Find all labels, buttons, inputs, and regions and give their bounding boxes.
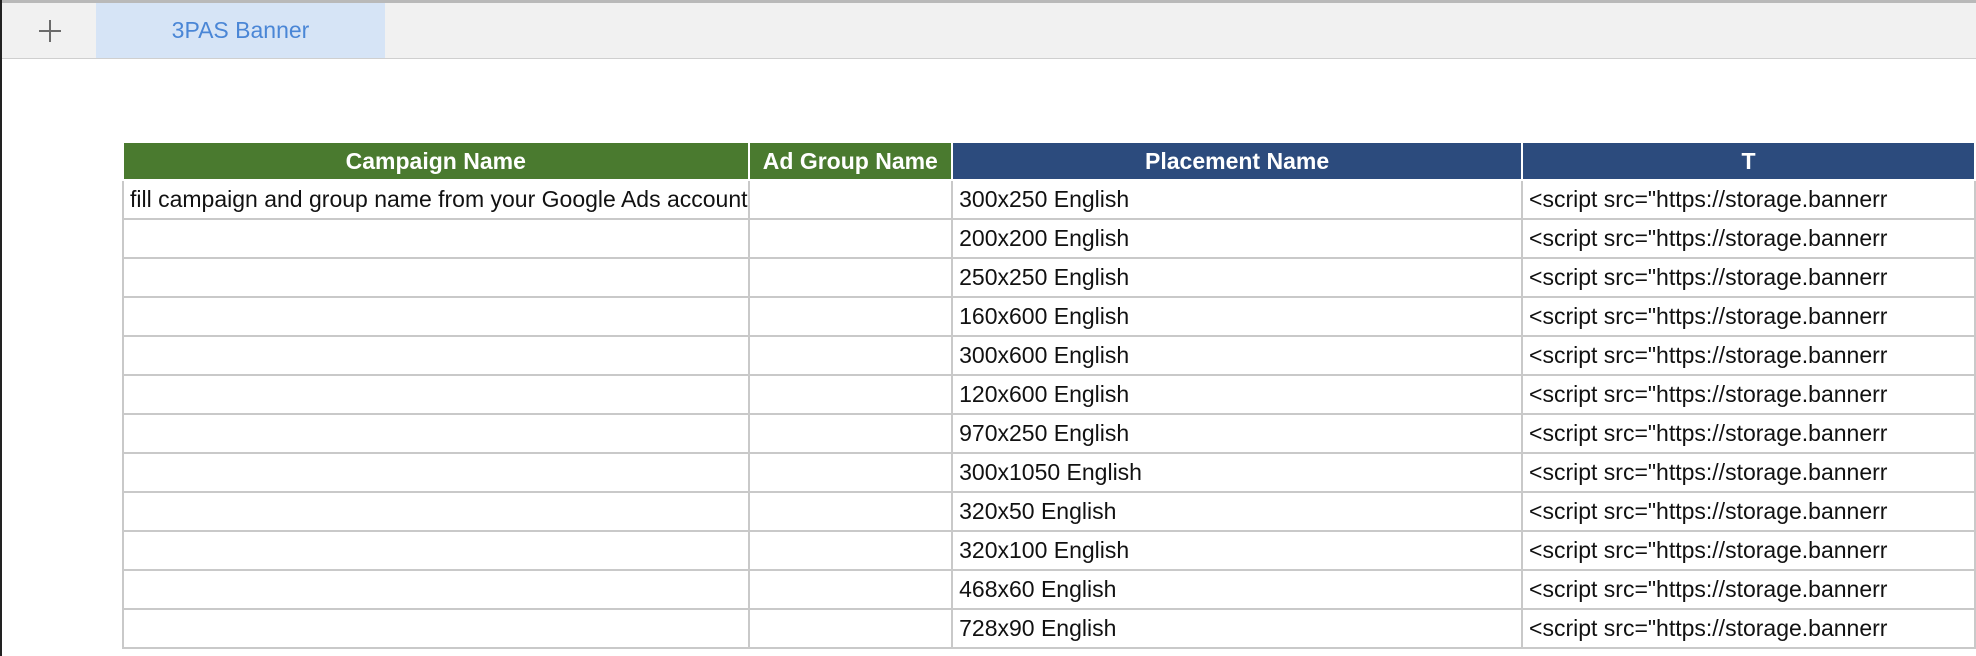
cell-ad-group-name[interactable] (747, 491, 954, 532)
cell-ad-group-name[interactable] (747, 179, 954, 220)
cell-tag[interactable]: <script src="https://storage.bannerr (1521, 257, 1976, 298)
cell-tag[interactable]: <script src="https://storage.bannerr (1521, 218, 1976, 259)
cell-placement-name[interactable]: 120x600 English (951, 374, 1524, 415)
cell-ad-group-name[interactable] (747, 413, 954, 454)
cell-campaign-name[interactable] (122, 608, 750, 649)
sheet-tab-bar: 3PAS Banner (2, 3, 1976, 59)
cell-ad-group-name[interactable] (747, 218, 954, 259)
cell-tag[interactable]: <script src="https://storage.bannerr (1521, 374, 1976, 415)
table-body: fill campaign and group name from your G… (122, 179, 1976, 649)
data-table: Campaign Name Ad Group Name Placement Na… (122, 141, 1976, 649)
table-row: 320x100 English <script src="https://stor… (122, 530, 1976, 571)
cell-tag[interactable]: <script src="https://storage.bannerr (1521, 608, 1976, 649)
cell-tag[interactable]: <script src="https://storage.bannerr (1521, 569, 1976, 610)
cell-placement-name[interactable]: 160x600 English (951, 296, 1524, 337)
cell-tag[interactable]: <script src="https://storage.bannerr (1521, 530, 1976, 571)
table-row: 300x1050 English <script src="https://sto… (122, 452, 1976, 493)
tab-3pas-banner[interactable]: 3PAS Banner (96, 3, 385, 58)
cell-placement-name[interactable]: 300x1050 English (951, 452, 1524, 493)
cell-placement-name[interactable]: 300x250 English (951, 179, 1524, 220)
table-row: 320x50 English <script src="https://stora… (122, 491, 1976, 532)
cell-placement-name[interactable]: 320x100 English (951, 530, 1524, 571)
table-row: 250x250 English <script src="https://stor… (122, 257, 1976, 298)
header-ad-group-name[interactable]: Ad Group Name (747, 141, 954, 181)
plus-icon (39, 19, 61, 42)
table-row: 120x600 English <script src="https://stor… (122, 374, 1976, 415)
cell-campaign-name[interactable] (122, 218, 750, 259)
cell-placement-name[interactable]: 250x250 English (951, 257, 1524, 298)
cell-tag[interactable]: <script src="https://storage.bannerr (1521, 335, 1976, 376)
cell-campaign-name[interactable] (122, 569, 750, 610)
table-row: 468x60 English <script src="https://stora… (122, 569, 1976, 610)
header-campaign-name[interactable]: Campaign Name (122, 141, 750, 181)
cell-tag[interactable]: <script src="https://storage.bannerr (1521, 179, 1976, 220)
cell-tag[interactable]: <script src="https://storage.bannerr (1521, 413, 1976, 454)
table-row: 200x200 English <script src="https://stor… (122, 218, 1976, 259)
sheet-canvas[interactable]: Campaign Name Ad Group Name Placement Na… (0, 59, 1976, 656)
cell-tag[interactable]: <script src="https://storage.bannerr (1521, 452, 1976, 493)
cell-ad-group-name[interactable] (747, 335, 954, 376)
cell-placement-name[interactable]: 728x90 English (951, 608, 1524, 649)
header-row: Campaign Name Ad Group Name Placement Na… (122, 141, 1976, 181)
cell-campaign-name[interactable] (122, 374, 750, 415)
cell-campaign-name[interactable] (122, 491, 750, 532)
header-placement-name[interactable]: Placement Name (951, 141, 1524, 181)
cell-campaign-name[interactable] (122, 296, 750, 337)
tab-label: 3PAS Banner (171, 17, 310, 43)
cell-campaign-name[interactable] (122, 530, 750, 571)
table-row: 160x600 English <script src="https://stor… (122, 296, 1976, 337)
table-row: 970x250 English <script src="https://stor… (122, 413, 1976, 454)
cell-placement-name[interactable]: 200x200 English (951, 218, 1524, 259)
table-row: fill campaign and group name from your G… (122, 179, 1976, 220)
table-row: 300x600 English <script src="https://stor… (122, 335, 1976, 376)
cell-ad-group-name[interactable] (747, 296, 954, 337)
cell-ad-group-name[interactable] (747, 452, 954, 493)
cell-tag[interactable]: <script src="https://storage.bannerr (1521, 296, 1976, 337)
cell-campaign-name[interactable]: fill campaign and group name from your G… (122, 179, 750, 220)
cell-campaign-name[interactable] (122, 452, 750, 493)
cell-tag[interactable]: <script src="https://storage.bannerr (1521, 491, 1976, 532)
cell-placement-name[interactable]: 320x50 English (951, 491, 1524, 532)
window-left-edge (0, 0, 2, 656)
cell-campaign-name[interactable] (122, 335, 750, 376)
cell-ad-group-name[interactable] (747, 257, 954, 298)
cell-placement-name[interactable]: 468x60 English (951, 569, 1524, 610)
cell-ad-group-name[interactable] (747, 374, 954, 415)
cell-placement-name[interactable]: 300x600 English (951, 335, 1524, 376)
spreadsheet-window: 3PAS Banner Campaign Name Ad Group Name … (0, 0, 1976, 656)
cell-campaign-name[interactable] (122, 257, 750, 298)
table-row: 728x90 English <script src="https://stora… (122, 608, 1976, 649)
cell-ad-group-name[interactable] (747, 530, 954, 571)
cell-ad-group-name[interactable] (747, 569, 954, 610)
cell-ad-group-name[interactable] (747, 608, 954, 649)
header-tag[interactable]: T (1521, 141, 1976, 181)
cell-campaign-name[interactable] (122, 413, 750, 454)
add-sheet-button[interactable] (16, 3, 84, 58)
cell-placement-name[interactable]: 970x250 English (951, 413, 1524, 454)
